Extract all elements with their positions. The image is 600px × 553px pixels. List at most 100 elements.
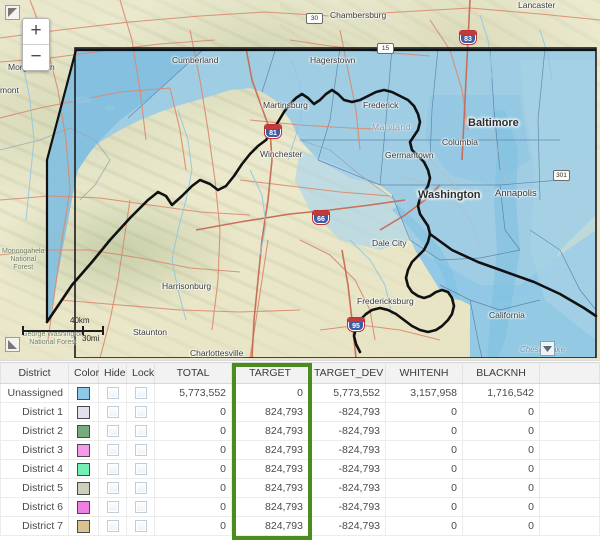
hide-checkbox[interactable] [106, 387, 119, 400]
cell-blacknh: 0 [462, 478, 540, 498]
cell-hide[interactable] [98, 440, 127, 460]
district-color-swatch[interactable] [77, 500, 90, 514]
lock-checkbox[interactable] [134, 387, 147, 400]
column-header-hide[interactable]: Hide [98, 362, 127, 384]
cell-hide[interactable] [98, 402, 127, 422]
lock-checkbox[interactable] [134, 444, 147, 457]
hide-checkbox[interactable] [106, 520, 119, 533]
route-shield-81: 81 [265, 125, 281, 138]
cell-spacer [539, 402, 600, 422]
cell-lock[interactable] [126, 383, 155, 403]
column-header-total[interactable]: TOTAL [154, 362, 232, 384]
cell-hide[interactable] [98, 459, 127, 479]
cell-total: 5,773,552 [154, 383, 232, 403]
scalebar-km-label: 40km [70, 316, 90, 325]
lock-checkbox[interactable] [134, 482, 147, 495]
cell-lock[interactable] [126, 516, 155, 536]
column-header-blacknh[interactable]: BLACKNH [462, 362, 540, 384]
zoom-in-button[interactable]: + [23, 19, 49, 45]
lock-checkbox[interactable] [134, 463, 147, 476]
table-row[interactable]: District 6 0 824,793 -824,793 0 0 [0, 497, 600, 517]
cell-district[interactable]: District 4 [0, 459, 69, 479]
cell-blacknh: 0 [462, 440, 540, 460]
map-scalebar: 40km 30mi [22, 316, 104, 343]
map-southwest-handle-icon[interactable] [5, 337, 20, 352]
hide-checkbox[interactable] [106, 406, 119, 419]
cell-color[interactable] [68, 402, 99, 422]
cell-lock[interactable] [126, 421, 155, 441]
cell-district[interactable]: District 5 [0, 478, 69, 498]
cell-color[interactable] [68, 497, 99, 517]
table-row[interactable]: District 2 0 824,793 -824,793 0 0 [0, 421, 600, 441]
column-header-target[interactable]: TARGET [231, 362, 309, 384]
cell-district[interactable]: District 6 [0, 497, 69, 517]
table-row[interactable]: District 1 0 824,793 -824,793 0 0 [0, 402, 600, 422]
column-header-lock[interactable]: Lock [126, 362, 155, 384]
cell-whitenh: 0 [385, 497, 463, 517]
district-color-swatch[interactable] [77, 443, 90, 457]
district-color-swatch[interactable] [77, 519, 90, 533]
cell-color[interactable] [68, 459, 99, 479]
cell-spacer [539, 497, 600, 517]
cell-district[interactable]: Unassigned [0, 383, 69, 403]
table-row[interactable]: District 4 0 824,793 -824,793 0 0 [0, 459, 600, 479]
cell-whitenh: 0 [385, 402, 463, 422]
district-statistics-table-panel[interactable]: District Color Hide Lock TOTAL TARGET TA… [0, 362, 600, 553]
district-color-swatch[interactable] [77, 424, 90, 438]
cell-whitenh: 0 [385, 421, 463, 441]
zoom-out-button[interactable]: − [23, 45, 49, 70]
table-row[interactable]: District 5 0 824,793 -824,793 0 0 [0, 478, 600, 498]
district-statistics-table: District Color Hide Lock TOTAL TARGET TA… [0, 362, 600, 536]
lake [104, 105, 116, 111]
cell-whitenh: 0 [385, 459, 463, 479]
lock-checkbox[interactable] [134, 425, 147, 438]
cell-hide[interactable] [98, 497, 127, 517]
district-color-swatch[interactable] [77, 481, 90, 495]
table-header-row: District Color Hide Lock TOTAL TARGET TA… [0, 362, 600, 384]
cell-lock[interactable] [126, 440, 155, 460]
cell-district[interactable]: District 3 [0, 440, 69, 460]
cell-color[interactable] [68, 421, 99, 441]
cell-lock[interactable] [126, 459, 155, 479]
map-vector-layer [0, 0, 600, 358]
cell-district[interactable]: District 7 [0, 516, 69, 536]
cell-color[interactable] [68, 383, 99, 403]
lock-checkbox[interactable] [134, 406, 147, 419]
cell-color[interactable] [68, 440, 99, 460]
column-header-whitenh[interactable]: WHITENH [385, 362, 463, 384]
cell-district[interactable]: District 2 [0, 421, 69, 441]
column-header-district[interactable]: District [0, 362, 69, 384]
cell-color[interactable] [68, 516, 99, 536]
cell-lock[interactable] [126, 402, 155, 422]
hide-checkbox[interactable] [106, 463, 119, 476]
column-header-spacer [539, 362, 600, 384]
table-row[interactable]: District 3 0 824,793 -824,793 0 0 [0, 440, 600, 460]
column-header-color[interactable]: Color [68, 362, 99, 384]
district-color-swatch[interactable] [77, 386, 90, 400]
cell-lock[interactable] [126, 478, 155, 498]
district-color-swatch[interactable] [77, 462, 90, 476]
cell-hide[interactable] [98, 516, 127, 536]
table-row[interactable]: District 7 0 824,793 -824,793 0 0 [0, 516, 600, 536]
cell-hide[interactable] [98, 383, 127, 403]
hide-checkbox[interactable] [106, 501, 119, 514]
column-header-target-dev[interactable]: TARGET_DEV [308, 362, 386, 384]
cell-blacknh: 0 [462, 516, 540, 536]
hide-checkbox[interactable] [106, 444, 119, 457]
map-northwest-handle-icon[interactable] [5, 5, 20, 20]
hide-checkbox[interactable] [106, 425, 119, 438]
cell-lock[interactable] [126, 497, 155, 517]
hide-checkbox[interactable] [106, 482, 119, 495]
cell-hide[interactable] [98, 478, 127, 498]
zoom-controls[interactable]: + − [22, 18, 50, 71]
cell-target-dev: -824,793 [308, 497, 386, 517]
cell-color[interactable] [68, 478, 99, 498]
table-row[interactable]: Unassigned 5,773,552 0 5,773,552 3,157,958 1,… [0, 383, 600, 403]
district-color-swatch[interactable] [77, 405, 90, 419]
cell-hide[interactable] [98, 421, 127, 441]
lock-checkbox[interactable] [134, 520, 147, 533]
cell-district[interactable]: District 1 [0, 402, 69, 422]
lock-checkbox[interactable] [134, 501, 147, 514]
map-collapse-chevron-icon[interactable] [540, 341, 555, 356]
map-panel[interactable]: MorgantownmontCumberlandChambersburgLanc… [0, 0, 600, 361]
